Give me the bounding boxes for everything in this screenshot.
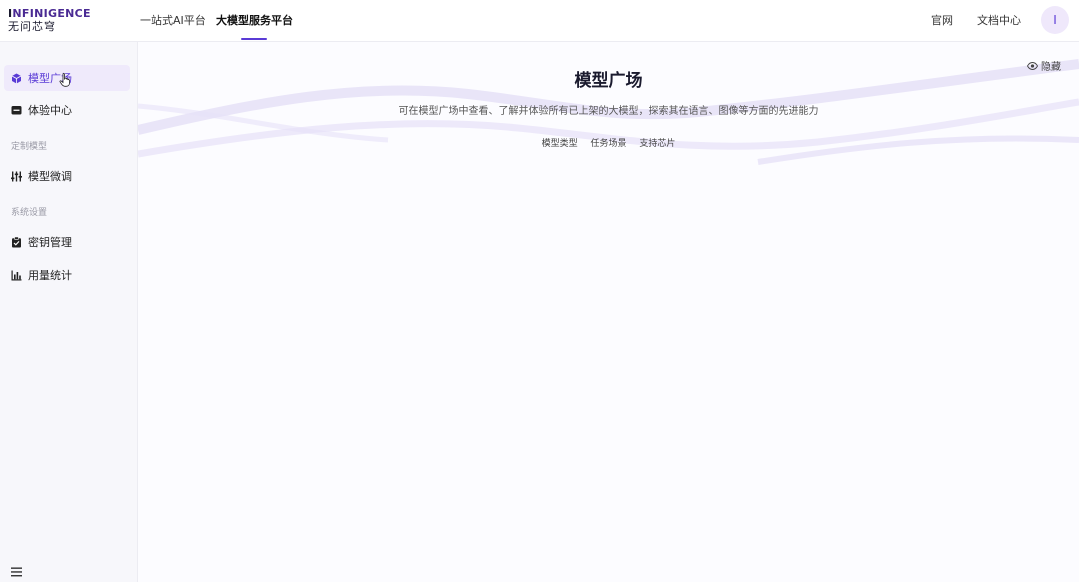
sidebar-group-custom-model: 定制模型	[11, 142, 48, 152]
top-bar: INFINIGENCE 无问芯穹 一站式AI平台 大模型服务平台 官网 文档中心…	[0, 0, 1079, 42]
sidebar-item-label: 模型微调	[28, 170, 72, 183]
brand-logo[interactable]: INFINIGENCE 无问芯穹	[8, 8, 100, 34]
cube-icon	[11, 73, 22, 84]
key-doc-icon	[11, 236, 22, 248]
logo-chinese-name: 无问芯穹	[8, 20, 56, 33]
menu-icon[interactable]	[11, 567, 22, 577]
sidebar-item-label: 体验中心	[28, 104, 72, 117]
user-avatar[interactable]: I	[1041, 6, 1069, 34]
docs-center-link[interactable]: 文档中心	[977, 12, 1021, 28]
logo-wordmark: INFINIGENCE	[8, 7, 91, 20]
sliders-icon	[11, 171, 22, 182]
tab-llm-service-platform[interactable]: 大模型服务平台	[216, 12, 293, 28]
sidebar-item-label: 用量统计	[28, 269, 72, 282]
sidebar-item-key-management[interactable]: 密钥管理	[4, 229, 130, 255]
hide-button-label: 隐藏	[1041, 62, 1061, 73]
filter-bar: 模型类型 任务场景 支持芯片	[138, 136, 1079, 149]
main-content: 模型广场 可在模型广场中查看、了解并体验所有已上架的大模型，探索其在语言、图像等…	[138, 42, 1079, 582]
sidebar-item-usage-stats[interactable]: 用量统计	[4, 262, 130, 288]
eye-icon	[1027, 61, 1038, 70]
hide-button[interactable]: 隐藏	[1027, 58, 1061, 73]
sidebar	[0, 42, 138, 582]
sidebar-item-label: 密钥管理	[28, 236, 72, 249]
filter-task-scenario[interactable]: 任务场景	[590, 139, 626, 149]
sidebar-group-system-settings: 系统设置	[11, 208, 48, 218]
page-title: 模型广场	[574, 71, 643, 91]
official-site-link[interactable]: 官网	[931, 12, 953, 28]
tab-one-stop-ai-platform[interactable]: 一站式AI平台	[140, 12, 206, 28]
page-description: 可在模型广场中查看、了解并体验所有已上架的大模型，探索其在语言、图像等方面的先进…	[398, 106, 819, 117]
active-tab-indicator	[241, 38, 267, 40]
bar-chart-icon	[11, 270, 22, 281]
filter-supported-chip[interactable]: 支持芯片	[639, 139, 675, 149]
sidebar-item-model-finetune[interactable]: 模型微调	[4, 163, 130, 189]
sidebar-item-experience-center[interactable]: 体验中心	[4, 97, 130, 123]
filter-model-type[interactable]: 模型类型	[542, 139, 578, 149]
chat-icon	[11, 105, 22, 116]
hand-cursor-icon	[59, 73, 70, 87]
